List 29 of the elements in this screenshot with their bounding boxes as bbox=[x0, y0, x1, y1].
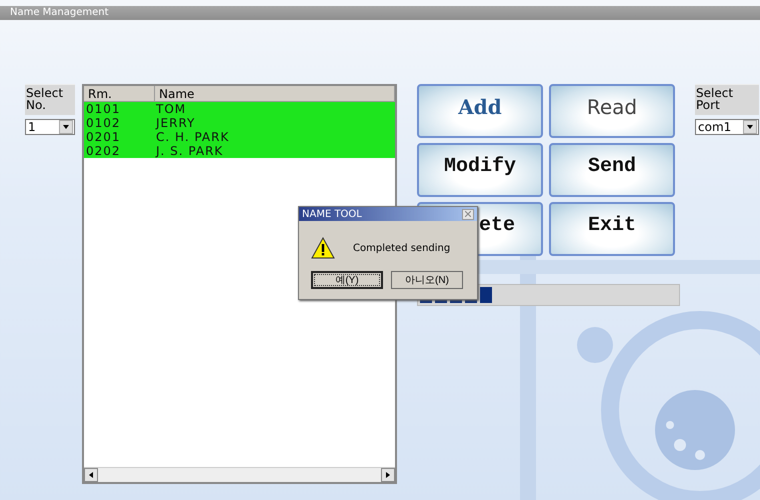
list-row[interactable]: 0101 TOM bbox=[84, 102, 395, 116]
scroll-right-icon[interactable] bbox=[381, 468, 395, 482]
warning-icon bbox=[311, 237, 335, 259]
window-title: Name Management bbox=[0, 6, 760, 20]
list-row[interactable]: 0201 C. H. PARK bbox=[84, 130, 395, 144]
action-button[interactable]: Exit bbox=[549, 202, 675, 256]
number-dropdown[interactable]: 1 bbox=[25, 119, 75, 135]
name-cell-text: JERRY bbox=[154, 116, 196, 130]
port-dropdown[interactable]: com1 bbox=[695, 119, 759, 135]
select-port-label: Select Port bbox=[695, 84, 759, 115]
name-cell-text: C. H. PARK bbox=[155, 130, 230, 144]
scroll-left-icon[interactable] bbox=[84, 468, 98, 482]
name-cell-text: TOM bbox=[155, 102, 188, 116]
select-number-label: Select No. bbox=[25, 84, 75, 115]
room-cell-text: 0202 bbox=[85, 144, 122, 158]
dialog-title: NAME TOOL bbox=[302, 208, 362, 220]
room-cell-text: 0201 bbox=[85, 130, 122, 144]
action-button[interactable]: Read bbox=[549, 84, 675, 138]
room-cell-text: 0101 bbox=[85, 102, 122, 116]
dialog-button[interactable]: 예(Y) bbox=[311, 271, 383, 289]
list-row[interactable]: 0202 J. S. PARK bbox=[84, 144, 395, 158]
name-cell-text: J. S. PARK bbox=[154, 144, 224, 158]
room-cell-text: 0102 bbox=[85, 116, 122, 130]
action-button[interactable]: Send bbox=[549, 143, 675, 197]
action-button[interactable]: Add bbox=[417, 84, 543, 138]
action-button[interactable]: Modify bbox=[417, 143, 543, 197]
list-row[interactable]: 0102 JERRY bbox=[84, 116, 395, 130]
close-icon[interactable] bbox=[462, 208, 474, 220]
dialog-button[interactable]: 아니오(N) bbox=[391, 271, 463, 289]
